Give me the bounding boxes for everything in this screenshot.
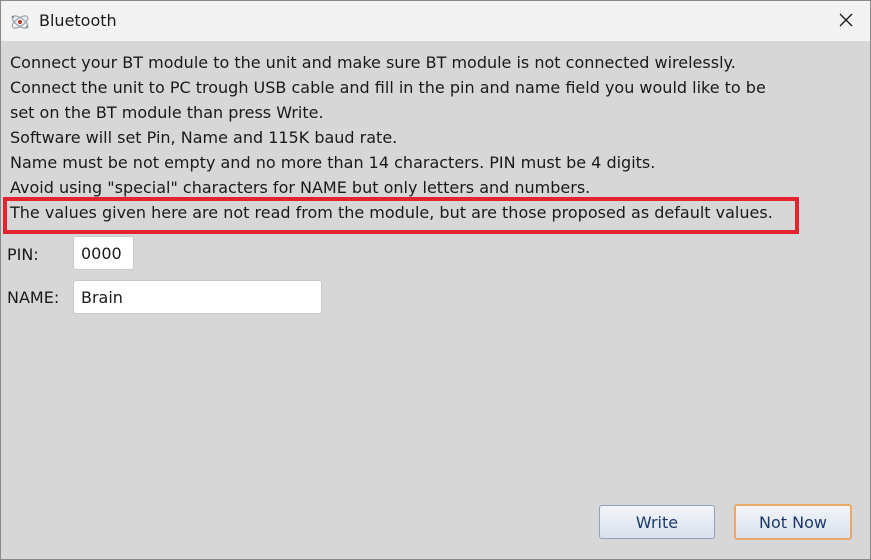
window-title: Bluetooth bbox=[39, 11, 117, 30]
pin-label: PIN: bbox=[7, 245, 39, 264]
title-bar[interactable]: Bluetooth bbox=[1, 1, 870, 41]
not-now-button[interactable]: Not Now bbox=[734, 504, 852, 540]
close-button[interactable] bbox=[822, 1, 870, 41]
pin-input[interactable] bbox=[73, 236, 134, 270]
instruction-line: Avoid using "special" characters for NAM… bbox=[10, 178, 591, 197]
bluetooth-dialog: Bluetooth Connect your BT module to the … bbox=[0, 0, 871, 560]
instruction-line: Name must be not empty and no more than … bbox=[10, 153, 656, 172]
default-values-note: The values given here are not read from … bbox=[10, 203, 773, 222]
instruction-line: Software will set Pin, Name and 115K bau… bbox=[10, 128, 398, 147]
instructions-text: Connect your BT module to the unit and m… bbox=[10, 50, 773, 225]
name-input[interactable] bbox=[73, 280, 322, 314]
close-icon bbox=[839, 12, 853, 31]
instruction-line: Connect your BT module to the unit and m… bbox=[10, 53, 736, 72]
instruction-line: set on the BT module than press Write. bbox=[10, 103, 324, 122]
name-label: NAME: bbox=[7, 288, 60, 307]
write-button[interactable]: Write bbox=[599, 505, 715, 539]
bluetooth-app-icon bbox=[9, 11, 31, 33]
instruction-line: Connect the unit to PC trough USB cable … bbox=[10, 78, 766, 97]
